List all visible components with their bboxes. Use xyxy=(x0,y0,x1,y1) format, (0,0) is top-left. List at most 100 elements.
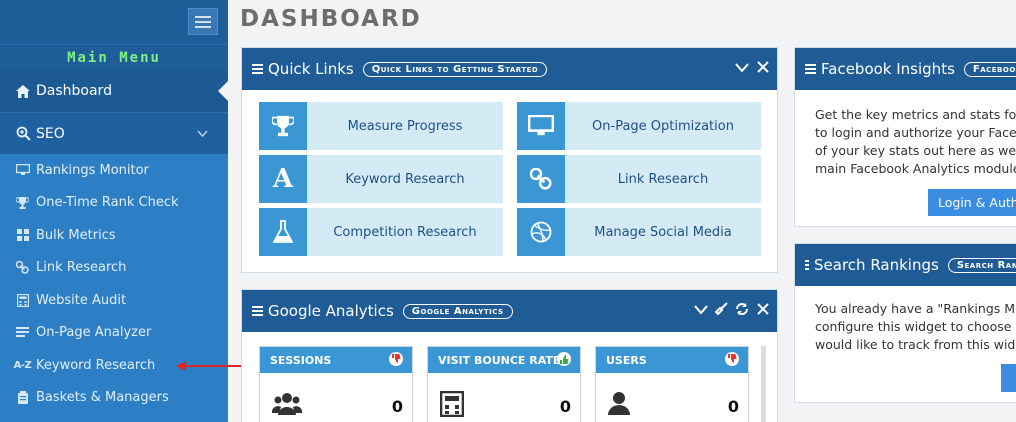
search-rankings-header: Search Rankings Search Rank xyxy=(795,244,1016,286)
quick-links-header: Quick Links Quick Links to Getting Start… xyxy=(242,48,777,90)
stat-header: USERS xyxy=(596,347,748,373)
calculator-icon xyxy=(9,293,36,307)
quick-link-label: Measure Progress xyxy=(347,118,463,134)
sidebar-item-dashboard[interactable]: Dashboard xyxy=(0,70,228,112)
stat-value: 0 xyxy=(391,397,403,416)
facebook-body: Get the key metrics and stats for to log… xyxy=(815,106,1016,178)
stat-card-visit-bounce-rate: VISIT BOUNCE RATE 0 xyxy=(427,346,581,422)
az-icon: A-Z xyxy=(13,359,32,371)
google-analytics-panel: Google Analytics Google Analytics SESSIO… xyxy=(241,289,778,422)
panel-title: Google Analytics xyxy=(268,302,394,320)
body-line: of your key stats out here as wel xyxy=(815,143,1016,158)
quick-links-panel: Quick Links Quick Links to Getting Start… xyxy=(241,47,778,273)
panel-pill: Facebook xyxy=(963,61,1016,77)
facebook-header: Facebook Insights Facebook xyxy=(795,48,1016,90)
monitor-icon xyxy=(9,164,36,176)
quick-link-label: Manage Social Media xyxy=(594,224,732,240)
thumbs-up-icon xyxy=(557,352,571,366)
search-plus-icon xyxy=(10,126,36,141)
sidebar-item-label: Website Audit xyxy=(36,292,127,308)
link-icon xyxy=(517,155,565,203)
quick-link-label: Competition Research xyxy=(333,224,477,240)
main-menu-label: Main Menu xyxy=(0,44,228,70)
home-icon xyxy=(10,84,36,98)
body-line: would like to track from this widge xyxy=(815,337,1016,352)
refresh-icon[interactable] xyxy=(735,302,749,319)
stat-header: VISIT BOUNCE RATE xyxy=(428,347,580,373)
menu-icon xyxy=(252,306,263,316)
thumbs-down-icon xyxy=(725,352,739,366)
flask-icon xyxy=(259,208,307,256)
chevron-down-icon xyxy=(197,126,208,142)
stat-value: 0 xyxy=(559,397,571,416)
quick-link-competition-research[interactable]: Competition Research xyxy=(259,208,503,256)
wrench-icon[interactable] xyxy=(714,302,728,318)
login-authorize-button[interactable]: Login & Auth xyxy=(928,189,1016,216)
basket-icon xyxy=(9,391,36,405)
body-line: main Facebook Analytics module. xyxy=(815,161,1016,176)
panel-pill: Quick Links to Getting Started xyxy=(362,61,548,77)
thumbs-down-icon xyxy=(389,352,403,366)
page-title: DASHBOARD xyxy=(240,6,422,32)
panel-pill: Search Rank xyxy=(947,257,1016,273)
facebook-insights-panel: Facebook Insights Facebook Get the key m… xyxy=(794,47,1016,227)
sidebar-item-label: One-Time Rank Check xyxy=(36,195,179,211)
sidebar-item-label: Link Research xyxy=(36,260,127,276)
panel-title: Facebook Insights xyxy=(821,60,955,78)
stat-label: SESSIONS xyxy=(270,353,332,367)
sidebar-item-label: Rankings Monitor xyxy=(36,162,149,178)
user-icon xyxy=(608,391,630,419)
stat-card-users: USERS 0 xyxy=(595,346,749,422)
sidebar-item-label: Baskets & Managers xyxy=(36,390,169,406)
panel-title: Quick Links xyxy=(268,60,354,78)
quick-link-manage-social-media[interactable]: Manage Social Media xyxy=(517,208,761,256)
scrollbar[interactable] xyxy=(761,346,766,422)
menu-icon xyxy=(805,260,810,270)
sidebar-item-label: Dashboard xyxy=(36,83,112,99)
collapse-chevron-icon[interactable] xyxy=(735,60,749,76)
stat-label: USERS xyxy=(606,353,647,367)
search-rankings-body: You already have a "Rankings M configure… xyxy=(815,300,1016,354)
letter-a-icon: A xyxy=(259,155,307,203)
configure-button[interactable] xyxy=(1001,364,1016,392)
quick-link-label: On-Page Optimization xyxy=(592,118,734,134)
list-icon xyxy=(9,327,36,338)
collapse-chevron-icon[interactable] xyxy=(694,302,708,318)
grid-icon xyxy=(9,229,36,242)
panel-title: Search Rankings xyxy=(814,256,939,274)
sidebar-item-bulk-metrics[interactable]: Bulk Metrics xyxy=(0,219,228,252)
close-icon[interactable] xyxy=(757,60,769,76)
sidebar-item-link-research[interactable]: Link Research xyxy=(0,252,228,285)
body-line: You already have a "Rankings M xyxy=(815,301,1016,316)
calculator-icon xyxy=(439,390,465,421)
sidebar-item-rankings-monitor[interactable]: Rankings Monitor xyxy=(0,154,228,187)
sidebar-item-baskets-managers[interactable]: Baskets & Managers xyxy=(0,382,228,415)
sidebar-item-label: On-Page Analyzer xyxy=(36,325,152,341)
monitor-icon xyxy=(517,102,565,150)
quick-link-label: Keyword Research xyxy=(345,171,465,187)
sidebar-header xyxy=(0,0,228,44)
menu-toggle-button[interactable] xyxy=(188,8,218,35)
sidebar-item-website-audit[interactable]: Website Audit xyxy=(0,284,228,317)
sidebar-item-seo[interactable]: SEO xyxy=(0,112,228,154)
dribbble-icon xyxy=(517,208,565,256)
quick-link-on-page-optimization[interactable]: On-Page Optimization xyxy=(517,102,761,150)
quick-link-link-research[interactable]: Link Research xyxy=(517,155,761,203)
pointer-arrow-icon xyxy=(176,361,244,371)
close-icon[interactable] xyxy=(757,302,769,318)
menu-icon xyxy=(805,64,816,74)
stat-label: VISIT BOUNCE RATE xyxy=(438,353,561,367)
trophy-icon xyxy=(259,102,307,150)
quick-link-keyword-research[interactable]: A Keyword Research xyxy=(259,155,503,203)
search-rankings-panel: Search Rankings Search Rank You already … xyxy=(794,243,1016,403)
sidebar-item-on-page-analyzer[interactable]: On-Page Analyzer xyxy=(0,317,228,350)
users-icon xyxy=(271,391,303,419)
body-line: configure this widget to choose xyxy=(815,319,1012,334)
body-line: to login and authorize your Faceb xyxy=(815,125,1016,140)
sidebar-item-one-time-rank-check[interactable]: One-Time Rank Check xyxy=(0,187,228,220)
sidebar-item-label: Bulk Metrics xyxy=(36,227,116,243)
quick-link-measure-progress[interactable]: Measure Progress xyxy=(259,102,503,150)
trophy-icon xyxy=(9,196,36,209)
link-icon xyxy=(9,261,36,274)
stat-header: SESSIONS xyxy=(260,347,412,373)
